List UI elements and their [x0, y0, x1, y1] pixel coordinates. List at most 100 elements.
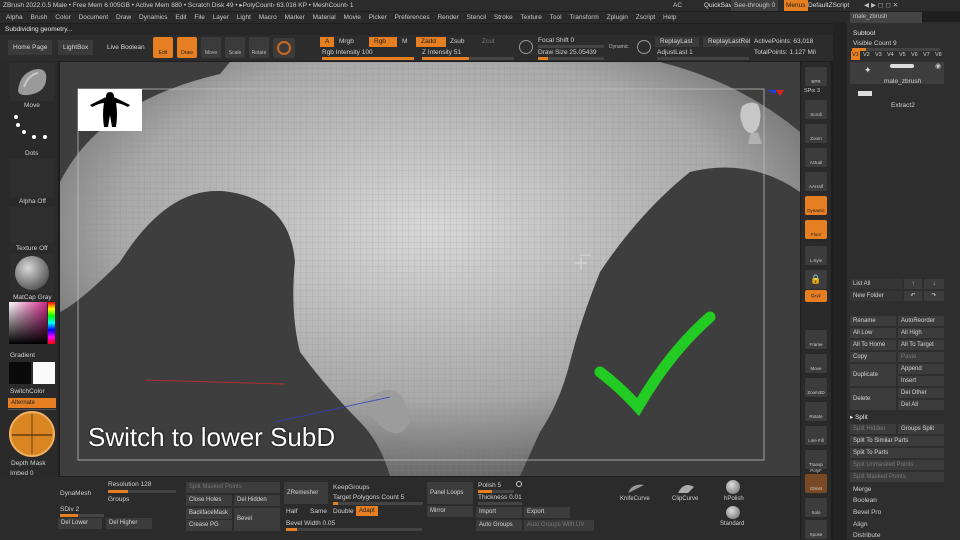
half-button[interactable]: Half [286, 508, 298, 515]
del-all-button[interactable]: Del All [898, 400, 944, 410]
menu-zplugin[interactable]: Zplugin [607, 14, 628, 21]
live-boolean-button[interactable]: Live Boolean [102, 40, 150, 55]
split-masked-button[interactable]: Split Masked Points [850, 472, 944, 482]
auto-groups-button[interactable]: Auto Groups [476, 520, 522, 531]
standard-brush-label[interactable]: Standard [720, 521, 744, 527]
rename-button[interactable]: Rename [850, 316, 896, 326]
tab-v1[interactable]: V1 [851, 51, 860, 60]
ghost-button[interactable]: Ghost [805, 474, 827, 493]
navigation-head-icon[interactable] [732, 98, 772, 144]
resolution-slider[interactable] [108, 490, 176, 493]
replay-last-rel-button[interactable]: ReplayLastRel [703, 37, 750, 47]
align-section[interactable]: Align [853, 521, 867, 528]
menu-color[interactable]: Color [55, 14, 71, 21]
menu-preferences[interactable]: Preferences [395, 14, 430, 21]
menu-material[interactable]: Material [313, 14, 336, 21]
window-controls-icon[interactable]: ◀▶◻◻✕ [864, 0, 900, 11]
menu-tool[interactable]: Tool [550, 14, 562, 21]
default-zscript-button[interactable]: DefaultZScript [808, 0, 849, 11]
floor-button[interactable]: Floor [805, 220, 827, 239]
xpose-button[interactable]: Xpose [805, 520, 827, 539]
rgb-intensity-slider[interactable] [322, 57, 414, 60]
menu-alpha[interactable]: Alpha [6, 14, 23, 21]
m-button[interactable]: M [402, 38, 407, 45]
split-similar-button[interactable]: Split To Similar Parts [850, 436, 944, 446]
scroll-button[interactable]: Scroll [805, 100, 827, 119]
home-page-button[interactable]: Home Page [8, 40, 53, 55]
canvas-viewport[interactable] [60, 62, 800, 476]
split-parts-button[interactable]: Split To Parts [850, 448, 944, 458]
adapt-toggle[interactable]: Adapt [356, 506, 378, 516]
split-masked-points-button[interactable]: Split Masked Points [186, 482, 280, 493]
aahalf-button[interactable]: AAHalf [805, 172, 827, 191]
paste-button[interactable]: Paste [898, 352, 944, 362]
tab-v4[interactable]: V4 [887, 52, 894, 58]
menu-dynamics[interactable]: Dynamics [139, 14, 168, 21]
tray-divider[interactable] [833, 22, 847, 540]
z-intensity-slider[interactable] [422, 57, 514, 60]
zremesher-button[interactable]: ZRemesher [284, 482, 328, 504]
zcut-button[interactable]: Zcut [482, 38, 495, 45]
hpolish-label[interactable]: hPolish [724, 496, 744, 502]
tab-v6[interactable]: V6 [911, 52, 918, 58]
visible-count-slider[interactable] [852, 48, 940, 51]
material-sphere-button[interactable] [273, 38, 295, 58]
menu-macro[interactable]: Macro [259, 14, 277, 21]
rgb-button[interactable]: Rgb [369, 37, 397, 47]
clipcurve-icon[interactable] [676, 481, 696, 495]
switch-color-button[interactable]: SwitchColor [10, 388, 45, 395]
solo-button[interactable]: Solo [805, 498, 827, 517]
menu-picker[interactable]: Picker [369, 14, 387, 21]
close-holes-button[interactable]: Close Holes [186, 495, 232, 506]
split-section-header[interactable]: ▸ Split [850, 413, 868, 421]
thickness-slider[interactable] [478, 502, 522, 505]
lightbox-button[interactable]: LightBox [58, 40, 94, 55]
brush-move-button[interactable] [10, 63, 54, 101]
linefill-button[interactable]: Line Fill PolyF [805, 426, 827, 473]
export-button[interactable]: Export [524, 507, 570, 518]
all-to-target-button[interactable]: All To Target [898, 340, 944, 350]
lock-icon[interactable]: 🔒 [805, 270, 827, 289]
bpr-button[interactable]: BPR [805, 67, 827, 86]
ac-label[interactable]: AC [673, 0, 682, 11]
tab-v5[interactable]: V5 [899, 52, 906, 58]
arrow-left-icon[interactable]: ↶ [904, 291, 922, 301]
replay-icon[interactable] [637, 40, 651, 54]
menu-help[interactable]: Help [663, 14, 676, 21]
move-up-icon[interactable]: ↑ [904, 279, 922, 289]
bevel-width-slider[interactable] [286, 528, 422, 531]
tab-v7[interactable]: V7 [923, 52, 930, 58]
alternate-button[interactable]: Alternate [8, 398, 56, 408]
del-lower-button[interactable]: Del Lower [58, 518, 102, 529]
tool-header[interactable]: male_zbrush [850, 12, 922, 23]
knifecurve-label[interactable]: KnifeCurve [620, 496, 650, 502]
texture-slot[interactable] [10, 207, 54, 243]
distribute-section[interactable]: Distribute [853, 532, 880, 539]
del-other-button[interactable]: Del Other [898, 388, 944, 398]
menu-document[interactable]: Document [79, 14, 109, 21]
tab-v2[interactable]: V2 [863, 52, 870, 58]
del-hidden-button[interactable]: Del Hidden [234, 495, 280, 506]
replay-last-button[interactable]: ReplayLast [655, 37, 699, 47]
mrgb-button[interactable]: Mrgb [339, 38, 354, 45]
all-high-button[interactable]: All High [898, 328, 944, 338]
append-button[interactable]: Append [898, 364, 944, 374]
duplicate-button[interactable]: Duplicate [850, 364, 896, 386]
edit-mode-button[interactable]: Edit [153, 37, 173, 58]
import-button[interactable]: Import [476, 507, 522, 518]
move-view-button[interactable]: Move [805, 354, 827, 373]
menu-movie[interactable]: Movie [344, 14, 361, 21]
copy-button[interactable]: Copy [850, 352, 896, 362]
spix-label[interactable]: SPix 3 [804, 88, 820, 94]
a-toggle[interactable]: A [320, 37, 334, 47]
zoom-button[interactable]: Zoom [805, 124, 827, 143]
delete-button[interactable]: Delete [850, 388, 896, 410]
zsub-button[interactable]: Zsub [450, 38, 464, 45]
bevel-button[interactable]: Bevel [234, 508, 280, 531]
all-low-button[interactable]: All Low [850, 328, 896, 338]
dynamic-toggle[interactable]: Dynamic [609, 44, 628, 50]
all-to-home-button[interactable]: All To Home [850, 340, 896, 350]
rotate-view-button[interactable]: Rotate [805, 402, 827, 421]
menu-zscript[interactable]: Zscript [636, 14, 656, 21]
standard-brush-icon[interactable] [726, 506, 740, 519]
